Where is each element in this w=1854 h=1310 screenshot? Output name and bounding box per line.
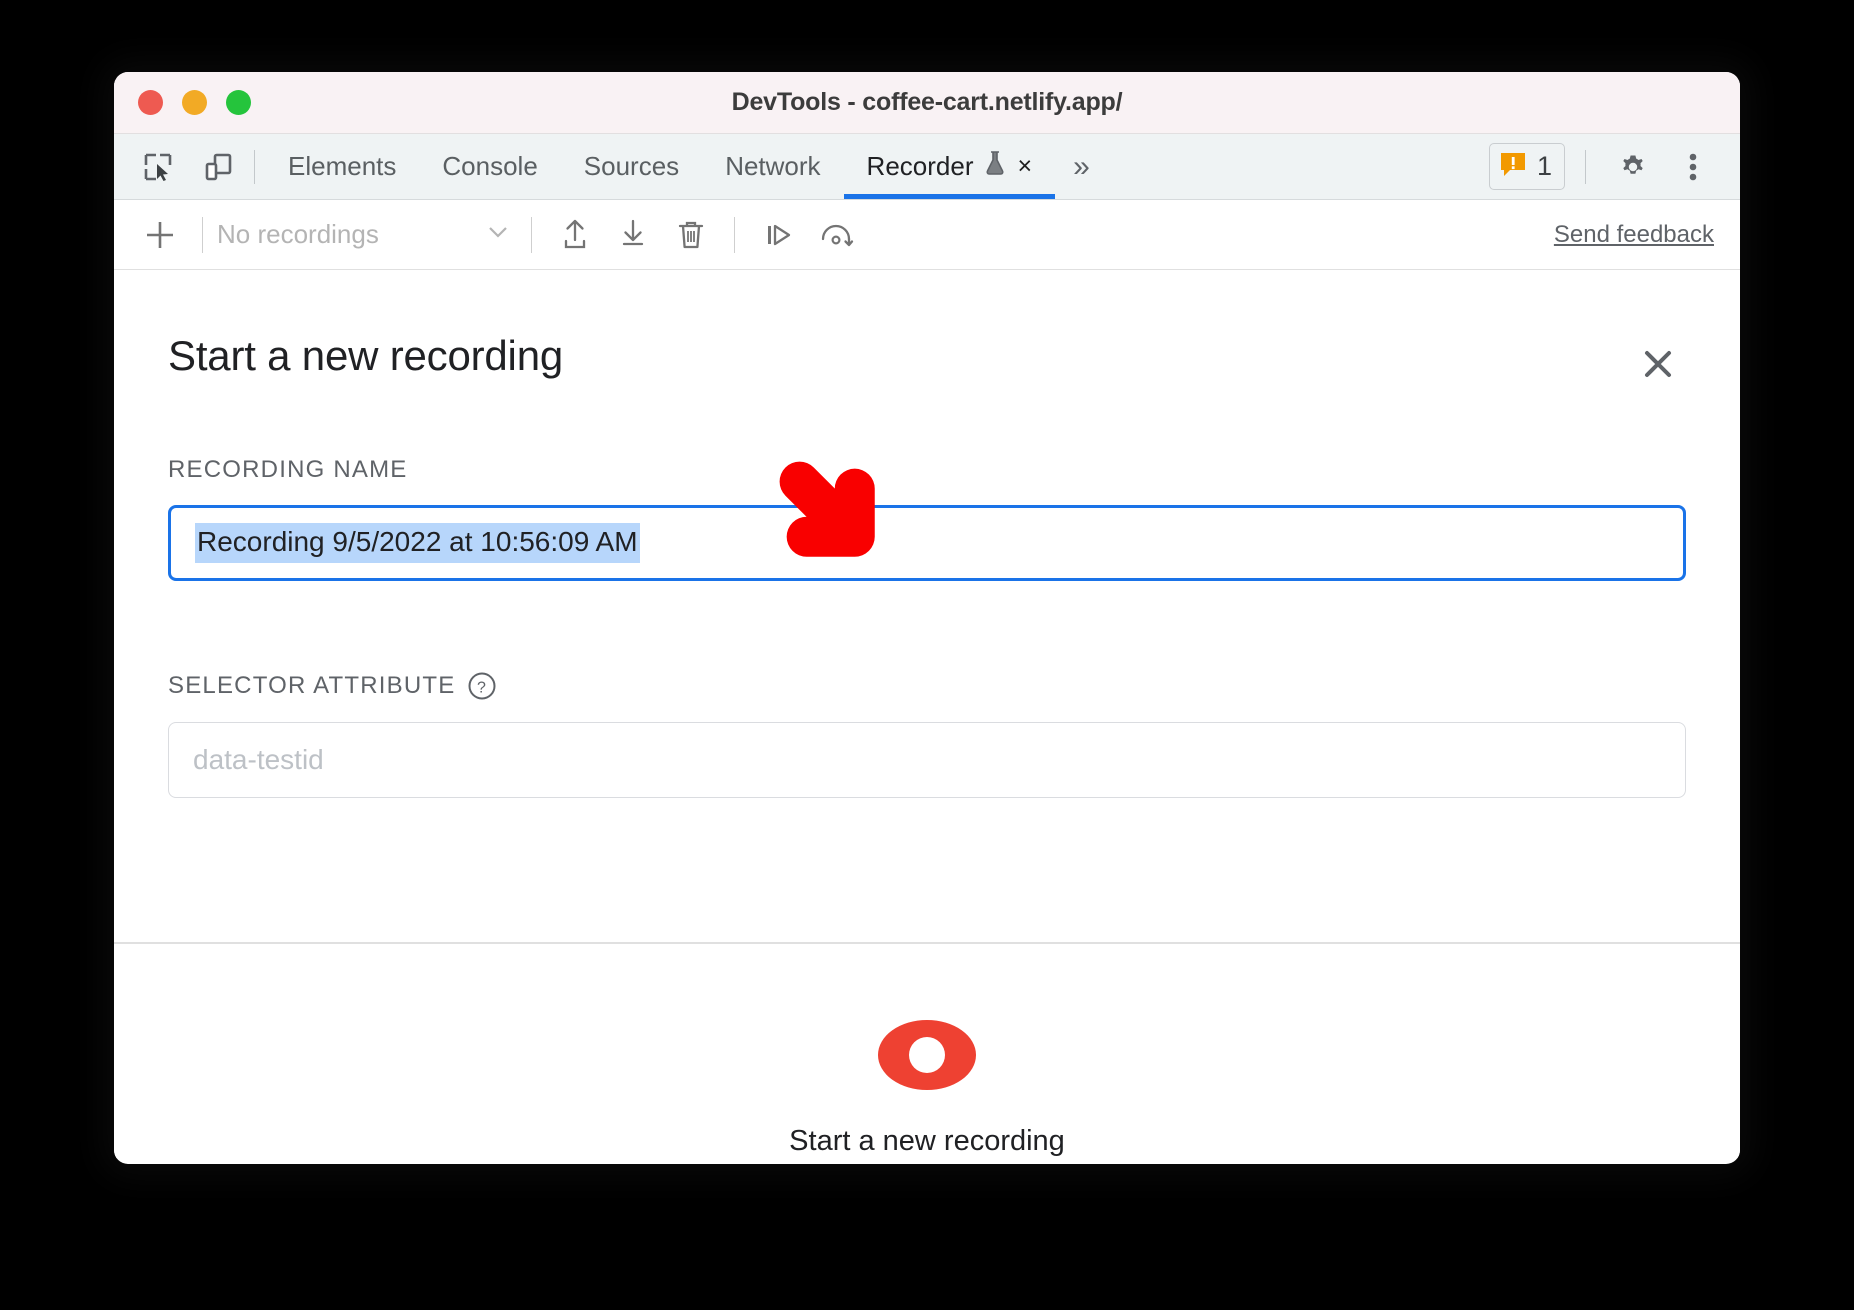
tabbar-right-divider	[1585, 149, 1586, 184]
tabbar-left-icons	[114, 134, 244, 199]
warning-icon	[1498, 149, 1528, 184]
device-toolbar-icon[interactable]	[192, 141, 244, 193]
settings-gear-icon[interactable]	[1606, 140, 1660, 194]
recording-name-field: RECORDING NAME Recording 9/5/2022 at 10:…	[168, 456, 1686, 581]
tab-sources[interactable]: Sources	[561, 134, 702, 199]
experiment-flask-icon	[984, 150, 1006, 183]
tab-label: Elements	[288, 151, 397, 181]
help-circle-icon[interactable]: ?	[467, 671, 497, 701]
tab-recorder[interactable]: Recorder ×	[843, 134, 1056, 199]
devtools-tabbar: Elements Console Sources Network Recorde…	[114, 134, 1740, 200]
tab-close-icon[interactable]: ×	[1017, 154, 1032, 179]
panel-footer: Start a new recording	[114, 942, 1740, 1158]
selector-attribute-field: SELECTOR ATTRIBUTE ? data-testid	[168, 671, 1686, 798]
svg-text:?: ?	[477, 680, 487, 697]
new-recording-panel: Start a new recording RECORDING NAME Rec…	[114, 270, 1740, 1158]
close-icon[interactable]	[1630, 336, 1686, 392]
toolbar-divider-2	[531, 216, 532, 253]
selector-attribute-placeholder: data-testid	[193, 744, 324, 775]
tab-label: Sources	[583, 151, 680, 181]
recorder-toolbar: No recordings Send feedback	[114, 200, 1740, 270]
chevron-down-icon	[485, 219, 517, 250]
recording-name-input[interactable]: Recording 9/5/2022 at 10:56:09 AM	[168, 505, 1686, 581]
tab-label: Network	[725, 151, 821, 181]
tab-console[interactable]: Console	[419, 134, 560, 199]
selector-attribute-input-wrap: data-testid	[168, 722, 1686, 798]
page-title: Start a new recording	[168, 332, 564, 379]
tabbar-divider	[254, 149, 255, 184]
record-dot-icon	[909, 1037, 945, 1073]
inspect-element-icon[interactable]	[132, 141, 184, 193]
import-recording-icon[interactable]	[546, 206, 604, 264]
screenshot-root: DevTools - coffee-cart.netlify.app/ Elem…	[0, 0, 1854, 1310]
tab-elements[interactable]: Elements	[265, 134, 419, 199]
toolbar-divider-3	[734, 216, 735, 253]
selector-attribute-input[interactable]: data-testid	[168, 722, 1686, 798]
panel-header: Start a new recording	[114, 270, 1740, 392]
selector-attribute-label-text: SELECTOR ATTRIBUTE	[168, 672, 456, 699]
recording-name-label: RECORDING NAME	[168, 456, 408, 483]
tabbar-right-controls: 1	[1488, 134, 1740, 199]
new-recording-form: RECORDING NAME Recording 9/5/2022 at 10:…	[114, 456, 1740, 798]
warnings-count: 1	[1536, 151, 1552, 181]
tab-label: Console	[442, 151, 538, 181]
toolbar-divider-1	[202, 216, 203, 253]
add-recording-button[interactable]	[132, 207, 188, 263]
selector-attribute-label: SELECTOR ATTRIBUTE ?	[168, 671, 1686, 701]
send-feedback-link[interactable]: Send feedback	[1554, 221, 1718, 249]
more-tabs-icon[interactable]: »	[1055, 134, 1108, 199]
export-recording-icon[interactable]	[604, 206, 662, 264]
recordings-select-value: No recordings	[217, 219, 379, 249]
start-recording-button[interactable]	[878, 1020, 976, 1090]
recordings-select[interactable]: No recordings	[217, 219, 517, 250]
window-title: DevTools - coffee-cart.netlify.app/	[731, 88, 1123, 116]
more-options-icon[interactable]	[1666, 140, 1720, 194]
tab-label: Recorder	[866, 151, 974, 181]
recording-name-value: Recording 9/5/2022 at 10:56:09 AM	[195, 523, 640, 563]
tab-list: Elements Console Sources Network Recorde…	[265, 134, 1108, 199]
warnings-status-badge[interactable]: 1	[1488, 143, 1565, 190]
step-replay-icon[interactable]	[749, 206, 807, 264]
start-recording-label: Start a new recording	[789, 1125, 1065, 1157]
recording-name-input-wrap: Recording 9/5/2022 at 10:56:09 AM	[168, 461, 1686, 581]
delete-recording-icon[interactable]	[662, 206, 720, 264]
tab-network[interactable]: Network	[702, 134, 843, 199]
window-titlebar: DevTools - coffee-cart.netlify.app/	[114, 72, 1740, 134]
measure-performance-icon[interactable]	[807, 206, 865, 264]
devtools-window: DevTools - coffee-cart.netlify.app/ Elem…	[114, 72, 1740, 1164]
